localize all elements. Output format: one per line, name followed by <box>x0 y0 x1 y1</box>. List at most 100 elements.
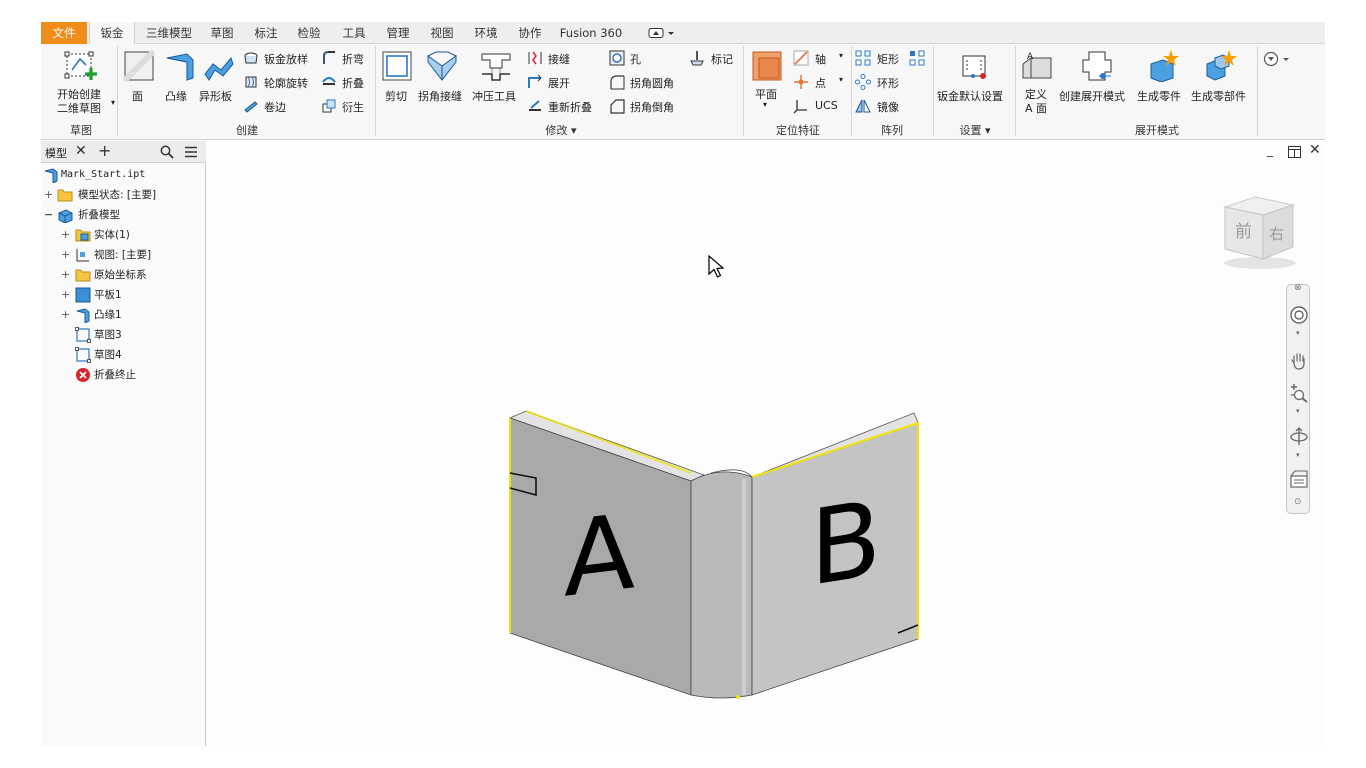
tab-sketch[interactable]: 草图 <box>204 22 240 44</box>
lofted-flange-button[interactable]: 钣金放样 <box>243 48 319 68</box>
cut-button[interactable]: 剪切 <box>379 48 413 108</box>
ribbon-display-options-button[interactable] <box>648 27 676 39</box>
ucs-label: UCS <box>815 99 838 112</box>
viewcube-front-label[interactable]: 前 <box>1235 222 1252 242</box>
corner-chamfer-button[interactable]: 拐角倒角 <box>609 96 685 116</box>
chevron-down-icon[interactable]: ▾ <box>1296 329 1300 337</box>
fold-label: 折叠 <box>342 77 364 90</box>
expand-icon[interactable]: + <box>61 249 70 260</box>
tab-file[interactable]: 文件 <box>41 22 87 44</box>
pan-hand-icon[interactable] <box>1290 351 1308 371</box>
panel-title-modify[interactable]: 修改 ▾ <box>521 122 601 137</box>
expand-icon[interactable]: + <box>61 269 70 280</box>
flange-button[interactable]: 凸缘 <box>161 48 197 108</box>
tab-manage[interactable]: 管理 <box>380 22 416 44</box>
hole-button[interactable]: 孔 <box>609 48 669 68</box>
expand-icon[interactable]: + <box>61 289 70 300</box>
make-components-button[interactable]: 生成零部件 <box>1191 48 1251 108</box>
plane-button[interactable]: 平面 ▾ <box>747 48 787 114</box>
start-2d-sketch-button[interactable]: 开始创建 二维草图 ▾ <box>47 48 115 118</box>
make-components-icon <box>1206 50 1237 81</box>
restore-icon[interactable] <box>1288 146 1301 158</box>
close-icon[interactable]: ✕ <box>1309 142 1321 158</box>
end-of-part-error-icon <box>76 368 90 382</box>
corner-round-button[interactable]: 拐角圆角 <box>609 72 685 92</box>
derive-button[interactable]: 衍生 <box>321 96 371 116</box>
refold-button[interactable]: 重新折叠 <box>527 96 603 116</box>
zoom-icon[interactable] <box>1290 383 1308 403</box>
collapse-icon[interactable]: − <box>44 209 53 220</box>
navbar-options-icon[interactable]: ⊙ <box>1294 497 1302 507</box>
tab-view[interactable]: 视图 <box>424 22 460 44</box>
face-label: 面 <box>132 90 143 103</box>
corner-round-icon <box>610 75 625 90</box>
mark-button[interactable]: 标记 <box>689 48 739 68</box>
axis-icon <box>793 50 809 66</box>
point-icon <box>794 75 808 89</box>
steering-wheel-icon[interactable] <box>1289 305 1309 325</box>
ucs-button[interactable]: UCS <box>793 96 849 116</box>
sheet-metal-model[interactable]: A B <box>506 403 926 703</box>
make-part-button[interactable]: 生成零件 <box>1137 48 1187 108</box>
fold-button[interactable]: 折叠 <box>321 72 371 92</box>
model-browser: 模型 ✕ + Mark_Start.ipt + 模型状态: [主要] − 折叠模… <box>41 141 206 746</box>
expand-icon[interactable]: + <box>61 229 70 240</box>
tab-tools[interactable]: 工具 <box>336 22 372 44</box>
axis-label: 轴 <box>815 53 826 66</box>
ribbon-tab-bar: 文件 钣金 三维模型 草图 标注 检验 工具 管理 视图 环境 协作 Fusio… <box>41 22 1325 45</box>
close-icon[interactable]: ✕ <box>75 143 87 159</box>
mirror-icon <box>855 99 871 113</box>
contour-roll-icon <box>245 76 257 88</box>
rectangular-pattern-button[interactable]: 矩形 <box>855 48 905 68</box>
search-icon[interactable] <box>160 145 174 159</box>
viewcube-right-label[interactable]: 右 <box>1269 225 1284 243</box>
orbit-icon[interactable] <box>1289 427 1309 447</box>
mirror-label: 镜像 <box>877 101 899 114</box>
tab-annotate[interactable]: 标注 <box>248 22 284 44</box>
circular-pattern-button[interactable]: 环形 <box>855 72 915 92</box>
add-browser-tab-icon[interactable]: + <box>98 141 111 160</box>
axis-button[interactable]: 轴 ▾ <box>793 48 849 68</box>
corner-seam-button[interactable]: 拐角接缝 <box>417 48 467 108</box>
tab-collaborate[interactable]: 协作 <box>512 22 548 44</box>
unfold-button[interactable]: 展开 <box>527 72 593 92</box>
expand-icon[interactable]: + <box>44 189 53 200</box>
minimize-icon[interactable]: _ <box>1267 143 1273 157</box>
close-icon[interactable]: ⊗ <box>1294 283 1302 293</box>
face-button[interactable]: 面 <box>121 48 157 108</box>
panel-title-setup[interactable]: 设置 ▾ <box>937 122 1013 137</box>
sheet-metal-pattern-button[interactable] <box>909 48 929 68</box>
inventor-window: 文件 钣金 三维模型 草图 标注 检验 工具 管理 视图 环境 协作 Fusio… <box>41 22 1325 746</box>
chevron-down-icon[interactable]: ▾ <box>1296 451 1300 459</box>
solid-bodies-folder-icon <box>75 229 91 242</box>
tree-label-solid-bodies: 实体(1) <box>94 229 130 241</box>
create-flat-pattern-button[interactable]: 创建展开模式 <box>1059 48 1133 108</box>
mirror-button[interactable]: 镜像 <box>855 96 915 116</box>
expand-icon[interactable]: + <box>61 309 70 320</box>
point-button[interactable]: 点 ▾ <box>793 72 849 92</box>
sheet-metal-defaults-button[interactable]: 钣金默认设置 <box>937 48 1013 108</box>
look-at-icon[interactable] <box>1289 469 1309 489</box>
contour-roll-button[interactable]: 轮廓旋转 <box>243 72 319 92</box>
tab-sheet-metal[interactable]: 钣金 <box>89 22 135 45</box>
lofted-flange-icon <box>244 52 258 64</box>
tab-3d-model[interactable]: 三维模型 <box>139 22 199 44</box>
chevron-down-icon: ▾ <box>570 124 577 137</box>
browser-tab-model[interactable]: 模型 <box>45 145 67 161</box>
hem-button[interactable]: 卷边 <box>243 96 319 116</box>
punch-tool-button[interactable]: 冲压工具 <box>471 48 521 108</box>
menu-icon[interactable] <box>184 145 198 159</box>
tab-environments[interactable]: 环境 <box>468 22 504 44</box>
ribbon-more-button[interactable] <box>1263 50 1297 68</box>
tab-inspect[interactable]: 检验 <box>291 22 327 44</box>
viewcube[interactable]: 前 右 <box>1215 193 1305 273</box>
bend-button[interactable]: 折弯 <box>321 48 371 68</box>
rip-button[interactable]: 接缝 <box>527 48 593 68</box>
create-flat-pattern-icon <box>1082 51 1112 81</box>
contour-flange-button[interactable]: 异形板 <box>199 48 239 108</box>
face-b-mark-label: B <box>810 477 881 610</box>
tab-fusion-360[interactable]: Fusion 360 <box>558 22 624 44</box>
chevron-down-icon[interactable]: ▾ <box>1296 407 1300 415</box>
graphics-window[interactable]: _ ✕ 前 右 A B <box>206 141 1325 746</box>
define-a-side-button[interactable]: A 定义 A 面 <box>1019 48 1055 115</box>
